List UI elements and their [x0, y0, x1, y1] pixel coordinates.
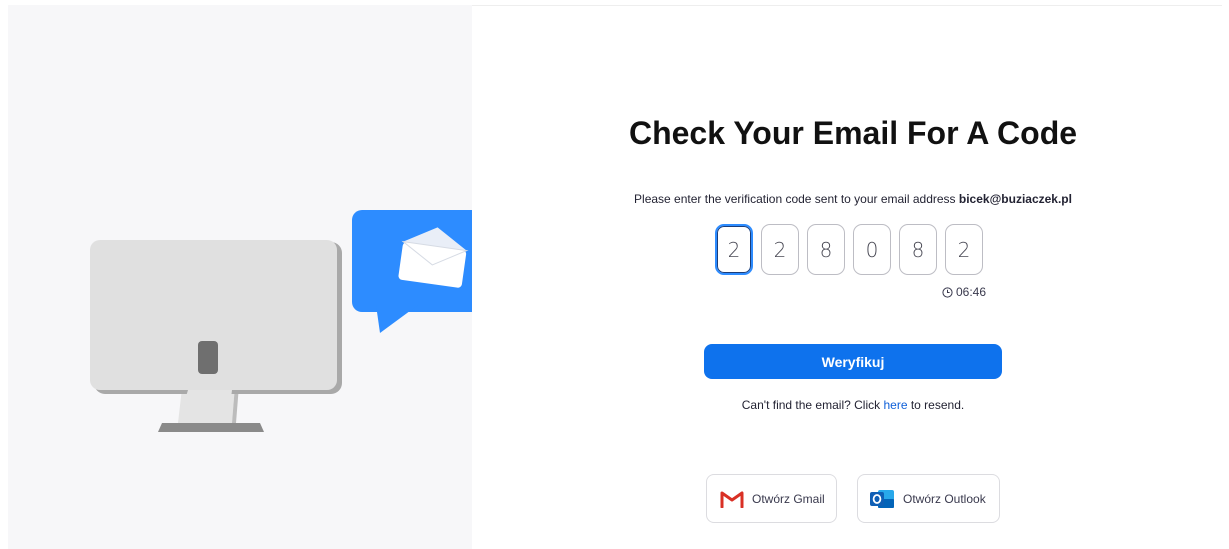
code-digit-input[interactable]: 8 [807, 224, 845, 275]
email-address: bicek@buziaczek.pl [958, 192, 1072, 206]
code-digit-input[interactable]: 2 [761, 224, 799, 275]
resend-link[interactable]: here [883, 398, 907, 412]
top-divider [472, 5, 1222, 6]
open-gmail-button[interactable]: Otwórz Gmail [706, 474, 837, 523]
page: Check Your Email For A Code Please enter… [0, 0, 1229, 549]
gmail-icon [720, 491, 744, 508]
instruction-label: Please enter the verification code sent … [634, 192, 956, 206]
page-title: Check Your Email For A Code [628, 115, 1078, 151]
illustration-panel [8, 5, 472, 549]
code-digit-input[interactable]: 8 [899, 224, 937, 275]
open-gmail-label: Otwórz Gmail [752, 491, 825, 506]
code-digit-input[interactable]: 2 [715, 224, 753, 275]
open-outlook-label: Otwórz Outlook [903, 491, 986, 506]
clock-icon [942, 286, 953, 298]
resend-prefix: Can't find the email? Click [741, 398, 881, 412]
email-bubble-icon [352, 210, 472, 333]
resend-text: Can't find the email? Click here to rese… [560, 398, 1146, 412]
timer-value: 06:46 [956, 285, 987, 299]
instruction-text: Please enter the verification code sent … [560, 192, 1146, 206]
verification-code-inputs: 2 2 8 0 8 2 [715, 224, 983, 275]
countdown-timer: 06:46 [942, 285, 986, 299]
resend-suffix: to resend. [910, 398, 965, 412]
monitor-illustration [90, 210, 472, 432]
code-digit-input[interactable]: 0 [853, 224, 891, 275]
outlook-icon [870, 489, 894, 508]
verify-button[interactable]: Weryfikuj [704, 344, 1002, 379]
open-outlook-button[interactable]: Otwórz Outlook [857, 474, 1000, 523]
code-digit-input[interactable]: 2 [945, 224, 983, 275]
